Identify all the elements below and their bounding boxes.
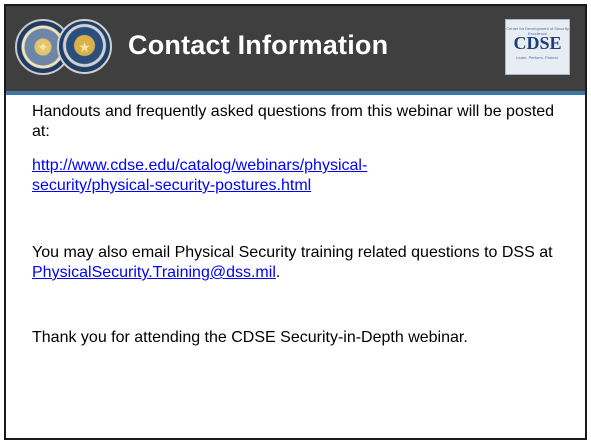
handouts-link-line-2: security/physical-security-postures.html — [32, 177, 312, 194]
handouts-link-paragraph: http://www.cdse.edu/catalog/webinars/phy… — [32, 156, 572, 196]
cdse-logo: Center for Development of Security Excel… — [505, 19, 570, 75]
star-icon: ★ — [78, 38, 91, 55]
slide-title: Contact Information — [128, 30, 389, 60]
handouts-link-line-1: http://www.cdse.edu/catalog/webinars/phy… — [32, 157, 368, 174]
email-paragraph: You may also email Physical Security tra… — [32, 243, 572, 283]
logo-tagline-bottom: Learn. Perform. Protect. — [516, 55, 559, 60]
handouts-link[interactable]: http://www.cdse.edu/catalog/webinars/phy… — [32, 157, 367, 194]
slide: ✦ ★ Contact Information Center for Devel… — [4, 4, 587, 440]
thank-you-text: Thank you for attending the CDSE Securit… — [32, 329, 468, 346]
email-suffix-text: . — [275, 264, 281, 281]
logo-text: CDSE — [513, 33, 562, 53]
eagle-icon: ✦ — [37, 39, 49, 55]
slide-header: ✦ ★ Contact Information Center for Devel… — [6, 6, 585, 91]
dss-seal-icon: ★ — [57, 19, 112, 74]
email-link[interactable]: PhysicalSecurity.Training@dss.mil — [32, 264, 276, 281]
handouts-text: Handouts and frequently asked questions … — [32, 103, 555, 140]
header-divider — [6, 91, 585, 95]
email-prefix-text: You may also email Physical Security tra… — [32, 244, 553, 261]
